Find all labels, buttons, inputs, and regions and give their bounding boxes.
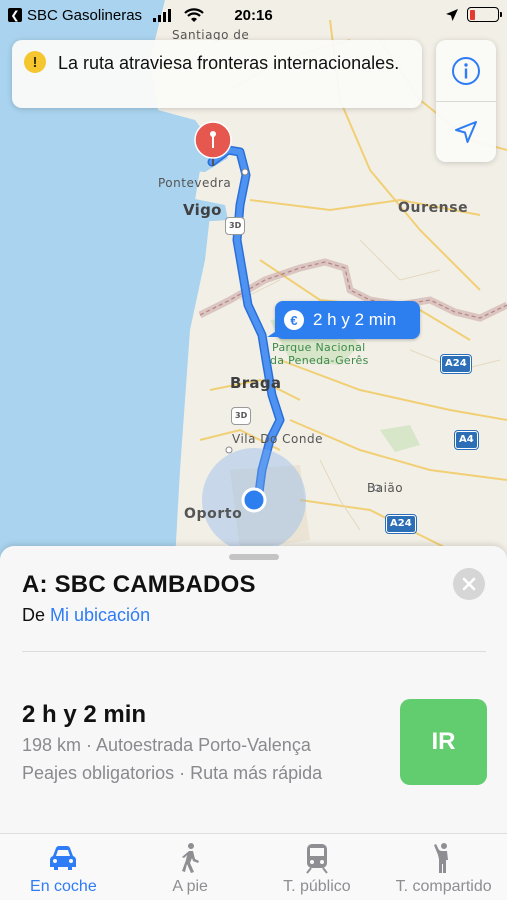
location-services-icon <box>446 8 458 21</box>
road-badge-3d: 3D <box>224 217 246 235</box>
tab-walking[interactable]: A pie <box>127 834 254 900</box>
close-button[interactable] <box>453 568 485 600</box>
tab-transit[interactable]: T. público <box>254 834 381 900</box>
info-icon <box>452 56 480 85</box>
route-duration: 2 h y 2 min <box>22 701 147 728</box>
map-label-park-line2: da Peneda-Gerês <box>270 354 369 367</box>
tab-label: T. compartido <box>395 878 492 895</box>
map-label-vigo: Vigo <box>183 201 222 219</box>
route-alert-banner: ! La ruta atraviesa fronteras internacio… <box>12 40 422 108</box>
rideshare-icon <box>433 843 448 873</box>
road-shield-a4: A4 <box>454 430 479 450</box>
route-duration-bubble[interactable]: € 2 h y 2 min <box>275 301 420 339</box>
destination-title: A: SBC CAMBADOS <box>22 571 256 598</box>
back-to-app[interactable]: ❮ SBC Gasolineras <box>8 7 204 24</box>
divider <box>22 651 486 652</box>
route-tolls-info: Peajes obligatorios · Ruta más rápida <box>22 763 323 783</box>
map-controls <box>436 40 496 162</box>
tab-driving[interactable]: En coche <box>0 834 127 900</box>
map-label-baiao: Baião <box>367 481 404 495</box>
back-app-name: SBC Gasolineras <box>27 6 143 24</box>
train-icon <box>306 844 328 874</box>
location-arrow-icon <box>455 121 477 143</box>
signal-icon <box>153 8 172 22</box>
route-distance-road: 198 km · Autoestrada Porto-Valença <box>22 735 311 755</box>
back-arrow-icon: ❮ <box>8 8 22 22</box>
close-icon <box>462 577 476 591</box>
current-location-button[interactable] <box>436 101 496 162</box>
wifi-icon <box>184 7 204 22</box>
map-label-braga: Braga <box>230 374 282 392</box>
sheet-grabber[interactable] <box>229 554 279 560</box>
tab-label: T. público <box>283 878 351 895</box>
tab-label: En coche <box>30 878 97 895</box>
tab-rideshare[interactable]: T. compartido <box>380 834 507 900</box>
road-shield-a24: A24 <box>440 354 472 374</box>
warning-icon: ! <box>24 51 46 73</box>
status-bar: ❮ SBC Gasolineras 20:16 <box>0 0 507 30</box>
info-button[interactable] <box>436 40 496 101</box>
map-label-park-line1: Parque Nacional <box>272 341 366 354</box>
origin-row: De Mi ubicación <box>22 605 150 626</box>
road-badge-3d: 3D <box>230 407 252 425</box>
origin-link[interactable]: Mi ubicación <box>50 605 150 625</box>
go-button[interactable]: IR <box>400 699 487 785</box>
road-shield-a24: A24 <box>385 514 417 534</box>
tab-label: A pie <box>172 878 208 895</box>
map-label-pontevedra: Pontevedra <box>158 176 232 190</box>
map-label-vila-do-conde: Vila Do Conde <box>232 432 324 446</box>
origin-prefix: De <box>22 605 46 625</box>
battery-icon <box>467 7 502 22</box>
euro-icon: € <box>284 310 304 330</box>
car-icon <box>50 846 77 870</box>
alert-text: La ruta atraviesa fronteras internaciona… <box>58 53 400 73</box>
map-label-ourense: Ourense <box>398 200 469 216</box>
route-bubble-text: 2 h y 2 min <box>313 310 397 329</box>
transport-tab-bar: En coche A pie T. público T. compartido <box>0 833 507 900</box>
walk-icon <box>182 843 200 873</box>
map-label-oporto: Oporto <box>184 506 243 522</box>
